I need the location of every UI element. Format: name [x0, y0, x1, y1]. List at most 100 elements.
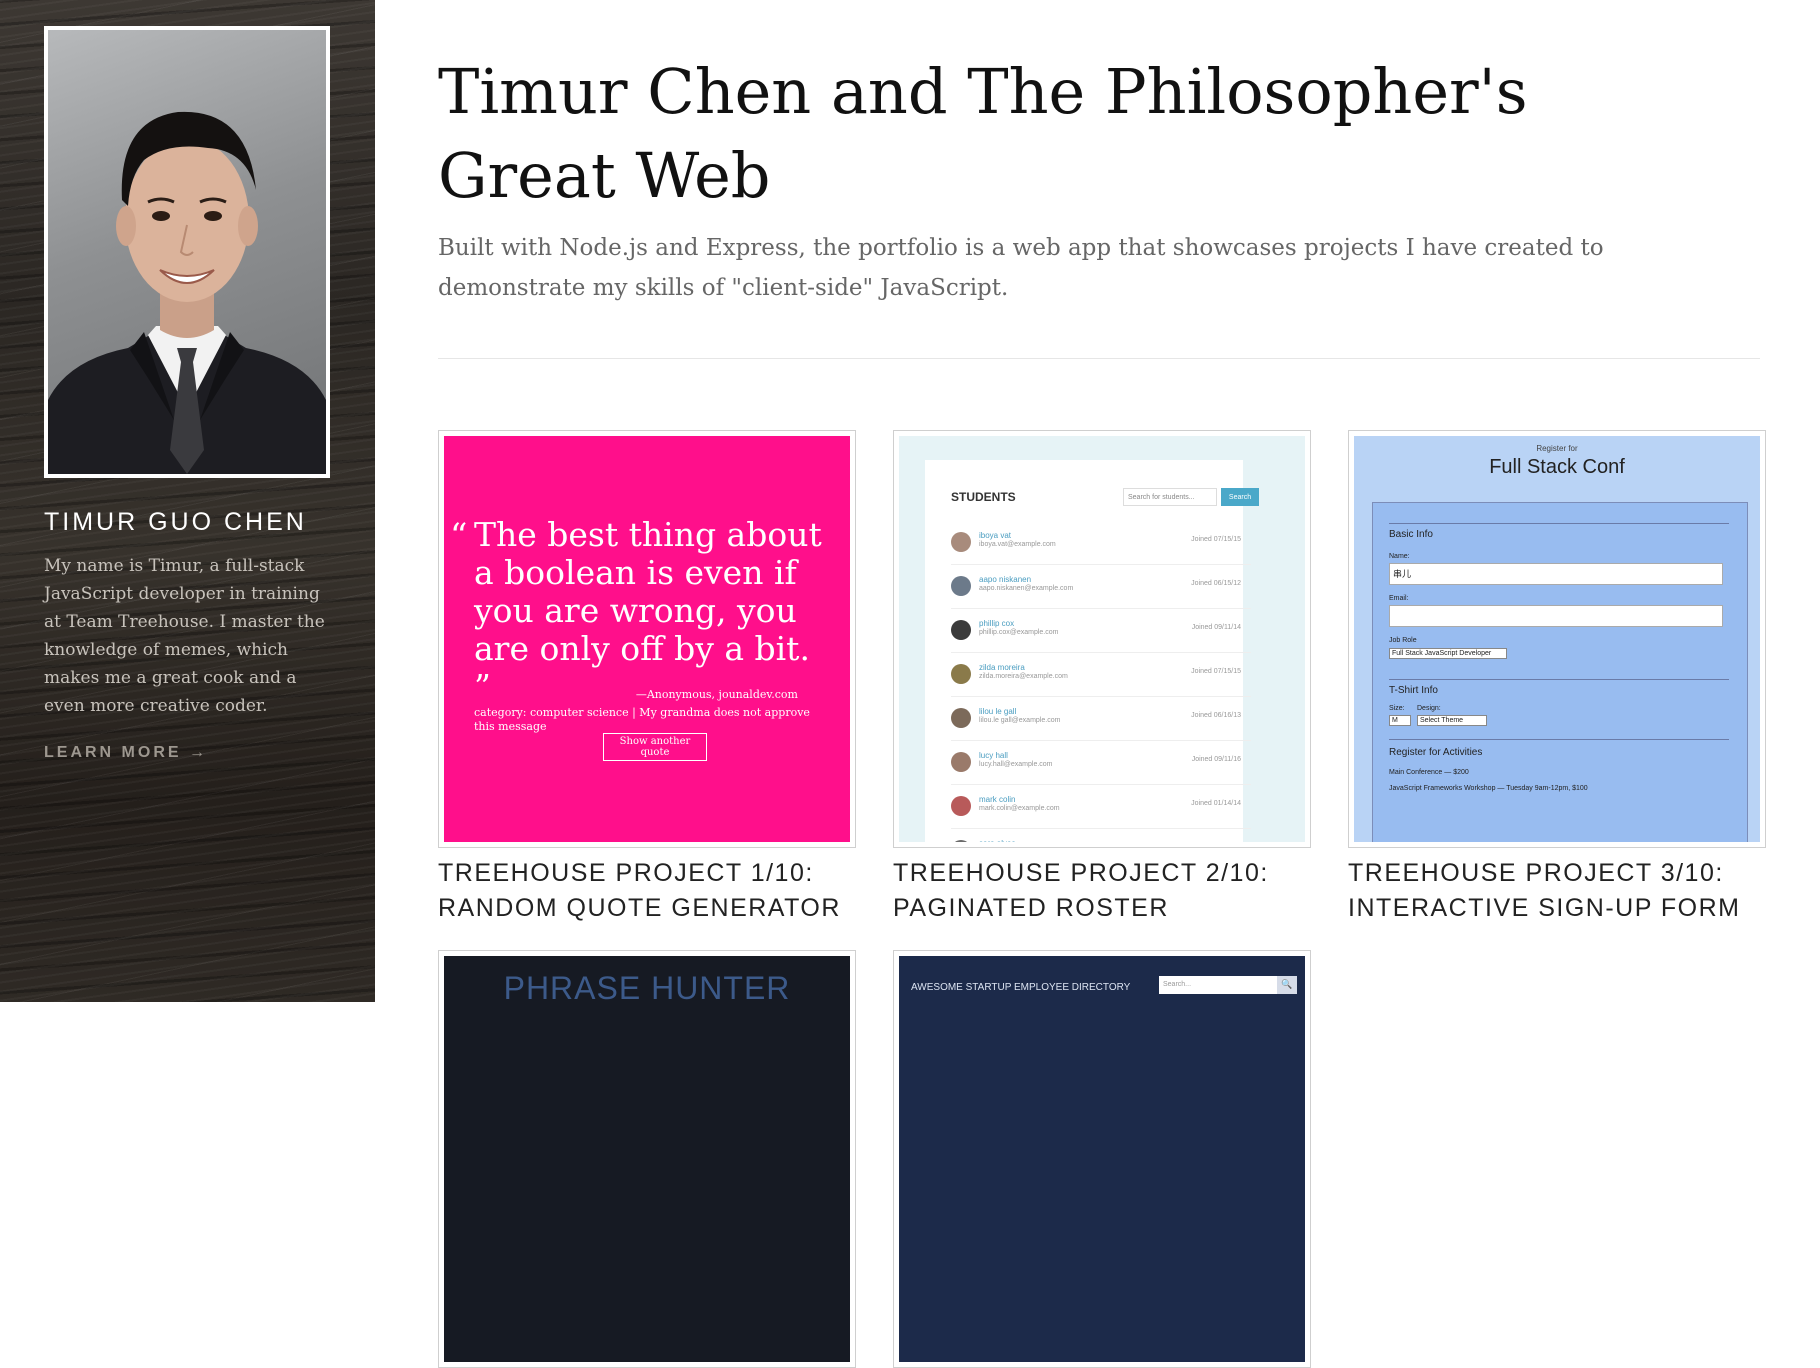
student-email: mark.colin@example.com	[979, 805, 1060, 812]
project-card-1[interactable]: “ The best thing about a boolean is even…	[438, 430, 856, 926]
roster-search-input: Search for students...	[1123, 488, 1217, 506]
show-another-quote-button: Show another quote	[603, 733, 707, 761]
project-card-4[interactable]: PHRASE HUNTER	[438, 950, 856, 1368]
student-email: lucy.hall@example.com	[979, 761, 1053, 768]
design-select: Select Theme	[1417, 715, 1487, 726]
job-role-label: Job Role	[1389, 637, 1417, 644]
roster-search-button: Search	[1221, 488, 1259, 506]
activity-frameworks-workshop: JavaScript Frameworks Workshop — Tuesday…	[1389, 785, 1588, 792]
page-title: Timur Chen and The Philosopher's Great W…	[438, 55, 1528, 212]
student-joined-date: Joined 06/15/12	[1191, 580, 1241, 587]
student-row: zilda moreira zilda.moreira@example.com Jo…	[951, 658, 1251, 697]
project-thumbnail[interactable]: “ The best thing about a boolean is even…	[438, 430, 856, 848]
student-avatar	[951, 664, 971, 684]
student-name: lucy hall	[979, 751, 1008, 760]
signup-preview: Register for Full Stack Conf Basic Info …	[1354, 436, 1760, 842]
form-divider	[1389, 739, 1729, 740]
student-row: mark colin mark.colin@example.com Joined 0…	[951, 790, 1251, 829]
phrase-hunter-heading: PHRASE HUNTER	[503, 970, 791, 1006]
tshirt-info-heading: T-Shirt Info	[1389, 685, 1438, 696]
student-name: iboya vat	[979, 531, 1012, 540]
email-label: Email:	[1389, 595, 1409, 602]
profile-name: TIMUR GUO CHEN	[44, 508, 307, 536]
student-avatar	[951, 708, 971, 728]
project-card-2[interactable]: STUDENTS Search for students... Search i…	[893, 430, 1311, 926]
email-field	[1389, 605, 1723, 627]
student-avatar	[951, 576, 971, 596]
student-name: sara alves	[979, 839, 1015, 842]
page-subtitle: Built with Node.js and Express, the port…	[438, 235, 1604, 301]
student-avatar	[951, 752, 971, 772]
student-avatar	[951, 840, 971, 842]
student-joined-date: Joined 07/15/15	[1191, 668, 1241, 675]
project-title[interactable]: TREEHOUSE PROJECT 3/10: INTERACTIVE SIGN…	[1348, 856, 1766, 926]
student-row: lucy hall lucy.hall@example.com Joined 09/…	[951, 746, 1251, 785]
project-thumbnail[interactable]: Register for Full Stack Conf Basic Info …	[1348, 430, 1766, 848]
employee-directory-preview: AWESOME STARTUP EMPLOYEE DIRECTORY Searc…	[899, 956, 1305, 1362]
project-title[interactable]: TREEHOUSE PROJECT 2/10: PAGINATED ROSTER	[893, 856, 1311, 926]
student-avatar	[951, 620, 971, 640]
roster-heading: STUDENTS	[951, 490, 1016, 504]
student-joined-date: Joined 06/16/13	[1191, 712, 1241, 719]
name-field: 串儿	[1389, 563, 1723, 585]
search-icon: 🔍	[1277, 976, 1297, 994]
activities-heading: Register for Activities	[1389, 747, 1483, 758]
student-name: phillip cox	[979, 619, 1015, 628]
student-row: sara alvessara.alves@example.comJoined 0…	[951, 834, 1251, 842]
project-title[interactable]: TREEHOUSE PROJECT 1/10: RANDOM QUOTE GEN…	[438, 856, 856, 926]
project-card-5[interactable]: AWESOME STARTUP EMPLOYEE DIRECTORY Searc…	[893, 950, 1311, 1368]
student-email: lilou.le gall@example.com	[979, 717, 1061, 724]
form-box: Basic Info Name: 串儿 Email: Job Role Full…	[1372, 502, 1748, 842]
student-name: aapo niskanen	[979, 575, 1032, 584]
student-joined-date: Joined 09/11/16	[1191, 756, 1241, 763]
main-content: Timur Chen and The Philosopher's Great W…	[438, 0, 1766, 1368]
quote-close-mark: ”	[474, 667, 491, 706]
student-email: iboya.vat@example.com	[979, 541, 1056, 548]
project-thumbnail[interactable]: AWESOME STARTUP EMPLOYEE DIRECTORY Searc…	[893, 950, 1311, 1368]
learn-more-link[interactable]: LEARN MORE →	[44, 744, 208, 762]
roster-panel: STUDENTS Search for students... Search i…	[925, 460, 1259, 842]
student-row: aapo niskanen aapo.niskanen@example.com Jo…	[951, 570, 1251, 609]
name-label: Name:	[1389, 553, 1410, 560]
activity-main-conference: Main Conference — $200	[1389, 769, 1469, 776]
quote-body: The best thing about a boolean is even i…	[474, 515, 822, 668]
form-divider	[1389, 523, 1729, 524]
sidebar: TIMUR GUO CHEN My name is Timur, a full-…	[0, 0, 375, 1002]
form-big-heading: Full Stack Conf	[1489, 456, 1625, 478]
quote-tags: category: computer science | My grandma …	[474, 706, 810, 733]
form-small-heading: Register for	[1536, 444, 1578, 453]
student-row: iboya vat iboya.vat@example.com Joined 07/…	[951, 526, 1251, 565]
student-email: aapo.niskanen@example.com	[979, 585, 1074, 592]
basic-info-heading: Basic Info	[1389, 529, 1433, 540]
quote-preview: “ The best thing about a boolean is even…	[444, 436, 850, 842]
project-thumbnail[interactable]: STUDENTS Search for students... Search i…	[893, 430, 1311, 848]
directory-heading: AWESOME STARTUP EMPLOYEE DIRECTORY	[911, 982, 1131, 993]
profile-bio: My name is Timur, a full-stack JavaScrip…	[44, 556, 325, 716]
form-divider	[1389, 679, 1729, 680]
student-row: lilou le gall lilou.le gall@example.com Jo…	[951, 702, 1251, 741]
directory-search-input: Search...	[1159, 976, 1277, 994]
student-name: zilda moreira	[979, 663, 1025, 672]
divider	[438, 358, 1760, 359]
student-email: zilda.moreira@example.com	[979, 673, 1068, 680]
portrait-illustration	[48, 111, 326, 474]
job-role-select: Full Stack JavaScript Developer	[1389, 648, 1507, 659]
student-joined-date: Joined 07/15/15	[1191, 536, 1241, 543]
student-name: lilou le gall	[979, 707, 1017, 716]
student-row: phillip cox phillip.cox@example.com Joined…	[951, 614, 1251, 653]
design-label: Design:	[1417, 705, 1441, 712]
roster-preview: STUDENTS Search for students... Search i…	[899, 436, 1305, 842]
quote-source: —Anonymous, jounaldev.com	[635, 688, 798, 701]
profile-photo	[44, 26, 330, 478]
student-email: phillip.cox@example.com	[979, 629, 1059, 636]
student-joined-date: Joined 01/14/14	[1191, 800, 1241, 807]
quote-text: The best thing about a boolean is even i…	[474, 516, 834, 706]
project-thumbnail[interactable]: PHRASE HUNTER	[438, 950, 856, 1368]
size-label: Size:	[1389, 705, 1405, 712]
student-avatar	[951, 796, 971, 816]
quote-open-mark: “	[450, 516, 468, 556]
phrase-hunter-preview: PHRASE HUNTER	[444, 956, 850, 1362]
student-name: mark colin	[979, 795, 1016, 804]
student-avatar	[951, 532, 971, 552]
project-card-3[interactable]: Register for Full Stack Conf Basic Info …	[1348, 430, 1766, 926]
